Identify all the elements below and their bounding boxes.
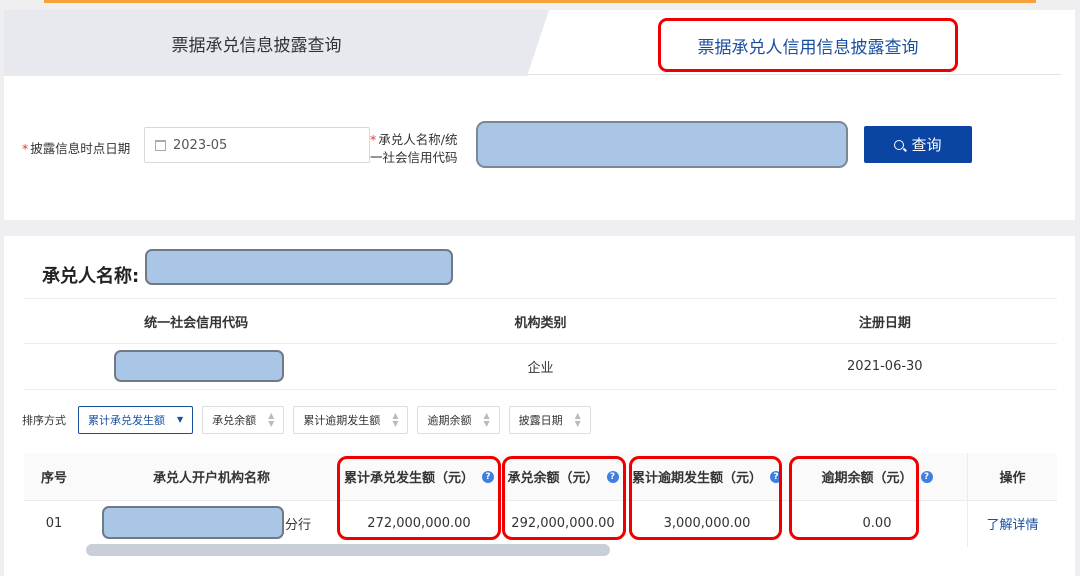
sort-balance[interactable]: 承兑余额 ▲ ▼ <box>202 406 285 434</box>
sort-toggle-icon: ▲ ▼ <box>392 411 399 428</box>
acceptor-name-label: 承兑人名称: <box>42 266 140 287</box>
horizontal-scrollbar[interactable] <box>86 544 610 556</box>
sort-toggle-icon: ▲ ▼ <box>574 411 581 428</box>
highlight-box <box>629 456 782 540</box>
col-branch: 承兑人开户机构名称 分行 <box>84 453 339 547</box>
sort-disclosure-date[interactable]: 披露日期 ▲ ▼ <box>508 406 591 434</box>
th-action: 操作 <box>968 453 1057 501</box>
header-reg-date: 注册日期 <box>858 315 911 331</box>
name-label: * 承兑人名称/统 <box>370 132 458 147</box>
date-value: 2023-05 <box>173 137 228 153</box>
date-picker[interactable]: 2023-05 <box>144 127 370 163</box>
result-table: 序号 01 承兑人开户机构名称 分行 累计承兑发生额（元）? 272,000,0… <box>24 453 1057 547</box>
acceptor-name-redacted <box>145 249 453 285</box>
sort-toggle-icon: ▲ ▼ <box>268 411 275 428</box>
col-action: 操作 了解详情 <box>967 453 1057 547</box>
sort-cum-accept[interactable]: 累计承兑发生额 ▼ <box>78 406 194 434</box>
credit-code-redacted <box>114 350 284 382</box>
sort-overdue-balance[interactable]: 逾期余额 ▲ ▼ <box>417 406 500 434</box>
sort-toggle-icon: ▲ ▼ <box>483 411 490 428</box>
highlight-box <box>789 456 919 540</box>
help-icon[interactable]: ? <box>920 470 933 483</box>
sort-label: 排序方式 <box>22 414 66 427</box>
info-header-row: 统一社会信用代码 机构类别 注册日期 <box>24 298 1057 344</box>
query-panel: 票据承兑信息披露查询 票据承兑人信用信息披露查询 * 披露信息时点日期 2023-… <box>4 10 1075 220</box>
search-icon <box>894 139 905 150</box>
detail-panel: 承兑人名称: 统一社会信用代码 机构类别 注册日期 企业 2021-06-30 … <box>4 236 1075 576</box>
detail-link[interactable]: 了解详情 <box>986 514 1038 533</box>
header-credit-code: 统一社会信用代码 <box>144 315 249 331</box>
date-label: * 披露信息时点日期 <box>22 141 131 156</box>
name-label-line2: 一社会信用代码 <box>370 150 458 165</box>
tab-credit-disclosure[interactable]: 票据承兑人信用信息披露查询 <box>658 18 958 72</box>
td-no: 01 <box>45 515 63 531</box>
value-reg-date: 2021-06-30 <box>847 359 923 374</box>
calendar-icon <box>155 139 166 151</box>
query-button[interactable]: 查询 <box>864 126 972 163</box>
branch-name-redacted <box>102 506 284 539</box>
tab-label: 票据承兑信息披露查询 <box>171 35 342 56</box>
th-no: 序号 <box>24 453 84 501</box>
td-action: 了解详情 <box>968 501 1057 545</box>
tab-acceptance-disclosure[interactable]: 票据承兑信息披露查询 <box>4 10 549 76</box>
highlight-box <box>502 456 626 540</box>
sort-desc-icon: ▼ <box>177 415 184 424</box>
tab-label: 票据承兑人信用信息披露查询 <box>697 37 919 58</box>
value-org-category: 企业 <box>527 361 554 376</box>
highlight-box <box>337 456 501 540</box>
top-accent-bar <box>44 0 1036 3</box>
sort-cum-overdue[interactable]: 累计逾期发生额 ▲ ▼ <box>293 406 409 434</box>
sort-bar: 排序方式 累计承兑发生额 ▼ 承兑余额 ▲ ▼ 累计逾期发生额 ▲ ▼ 逾期余额 ▲ ▼ 披露… <box>22 406 600 434</box>
acceptor-name-input[interactable] <box>476 121 848 168</box>
header-org-category: 机构类别 <box>514 315 567 331</box>
col-no: 序号 01 <box>24 453 84 547</box>
tab-divider <box>527 74 1061 75</box>
th-branch: 承兑人开户机构名称 <box>84 453 339 501</box>
